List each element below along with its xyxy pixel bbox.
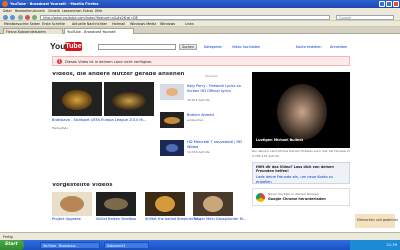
video-thumbnail[interactable] <box>96 192 136 216</box>
stop-icon[interactable] <box>25 14 30 20</box>
featured-video-title[interactable]: Skillet Balken Bradbox <box>96 217 136 222</box>
warning-icon: ! <box>57 59 62 64</box>
bookmark-item[interactable]: Meistbesuchte Seiten <box>4 22 40 26</box>
system-tray-clock: 21:39 <box>350 240 400 250</box>
taskbar-item[interactable]: Dokument1 <box>104 241 149 249</box>
minimize-button[interactable] <box>379 1 385 7</box>
firefox-icon <box>2 1 8 7</box>
status-bar: Fertig <box>0 232 400 240</box>
video-thumbnail[interactable] <box>104 82 154 116</box>
video-title[interactable]: Bratislava - Stuttgart UEFA Europa Leagu… <box>52 118 152 123</box>
tab-strip: Fiesna Kaboendelsalem YouTube - Broadcas… <box>0 27 400 34</box>
youtube-search-button[interactable]: Suchen <box>179 44 197 50</box>
maximize-button[interactable] <box>386 1 392 7</box>
video-thumbnail[interactable] <box>52 82 102 116</box>
bookmark-item[interactable]: Windows <box>160 22 175 26</box>
upload-link[interactable]: Video hochladen <box>232 45 260 49</box>
youtube-logo[interactable]: You <box>50 41 65 51</box>
bookmark-item[interactable]: Erste Schritte <box>42 22 65 26</box>
promo-banner-text: Mitmachen und gewinnen <box>357 218 399 222</box>
address-bar[interactable]: http://www.youtube.com/index?feature=n&#… <box>40 14 330 20</box>
bookmark-item[interactable]: Hotmail <box>112 22 125 26</box>
featured-video-views: 2.765.176 Aufrufe <box>252 154 280 158</box>
featured-section-title: Vorgestellte Videos <box>52 183 113 187</box>
alert-message: Dieses Video ist in deinem Land nicht ve… <box>65 60 153 64</box>
menu-file[interactable]: Datei <box>3 9 12 13</box>
start-button[interactable]: Start <box>0 240 24 250</box>
section-filter[interactable]: Überalle <box>205 74 218 78</box>
video-meta: HarleyKyle <box>52 126 68 130</box>
bookmark-item[interactable]: Windows Media <box>130 22 156 26</box>
menu-view[interactable]: Ansicht <box>33 9 45 13</box>
menu-help[interactable]: Hilfe <box>95 9 102 13</box>
login-link[interactable]: Anmelden <box>330 45 347 49</box>
signup-promo-box: Hilft dir das Video? Lass dich von deine… <box>252 162 350 184</box>
featured-video-caption: Lustigen Michael Bulleck <box>256 138 304 142</box>
featured-video-player[interactable]: Lustigen Michael Bulleck <box>252 72 350 148</box>
menu-edit[interactable]: Bearbeiten <box>15 9 33 13</box>
window-titlebar: YouTube - Broadcast Yourself. - Mozilla … <box>0 0 400 8</box>
video-meta: eintauchen <box>187 118 204 122</box>
promo-banner[interactable]: Mitmachen und gewinnen <box>355 214 399 228</box>
menu-history[interactable]: Chronik <box>48 9 60 13</box>
alert-banner: ! Dieses Video ist in deinem Land nicht … <box>52 56 350 66</box>
video-thumbnail[interactable] <box>160 140 184 156</box>
video-thumbnail[interactable] <box>145 192 185 216</box>
search-input[interactable]: Google <box>336 14 394 20</box>
video-meta: 18.675 Aufrufe <box>187 98 210 102</box>
home-icon[interactable] <box>32 14 37 20</box>
forward-icon[interactable] <box>10 14 15 20</box>
video-title[interactable]: Katy Perry - Firework Lyrics on Screen H… <box>187 84 247 98</box>
video-thumbnail[interactable] <box>160 84 184 100</box>
categories-link[interactable]: Kategorien <box>204 45 222 49</box>
chrome-promo[interactable]: Neuer YouTube in deinem Browser Google C… <box>252 188 350 206</box>
chrome-promo-link[interactable]: Google Chrome herunterladen <box>268 197 326 201</box>
video-meta: 14.316 Aufrufe <box>187 150 210 154</box>
featured-video-meta: Bei deinem Land-Modus Deinen Hobbies auc… <box>252 149 350 153</box>
menu-tools[interactable]: Extras <box>83 9 93 13</box>
video-thumbnail[interactable] <box>160 112 184 128</box>
bookmark-item[interactable]: Links <box>185 22 194 26</box>
featured-video-details: Bei deinem Land-Modus Deinen Hobbies auc… <box>252 148 350 160</box>
video-title[interactable]: HD Mercredi 7 nouveauté / HD Wideo <box>187 140 247 149</box>
featured-video-title[interactable]: Tonger Mein Gasspilunter M... <box>193 217 246 222</box>
close-button[interactable] <box>393 1 399 7</box>
section-title: Videos, die andere Nutzer gerade ansehen <box>52 72 185 76</box>
promo-title: Hilft dir das Video? Lass dich von deine… <box>256 165 334 173</box>
youtube-search-input[interactable] <box>98 44 176 50</box>
video-thumbnail[interactable] <box>193 192 233 216</box>
bookmark-item[interactable]: Aktuelle Nachrichten <box>72 22 107 26</box>
chrome-promo-title: Neuer YouTube in deinem Browser <box>268 192 320 196</box>
chrome-icon <box>256 193 265 202</box>
promo-link[interactable]: Lade deine Freunde ein, um neue Konto zu… <box>256 175 348 184</box>
create-account-link[interactable]: Konto erstellen <box>296 45 322 49</box>
taskbar-item[interactable]: YouTube - Broadcast... <box>40 241 100 249</box>
taskbar: Start YouTube - Broadcast... Dokument1 2… <box>0 240 400 250</box>
navigation-toolbar: http://www.youtube.com/index?feature=n&#… <box>0 13 400 21</box>
reload-icon[interactable] <box>18 14 23 20</box>
youtube-logo-tube[interactable]: Tube <box>65 42 82 51</box>
video-thumbnail[interactable] <box>52 192 92 216</box>
video-title[interactable]: Brahim Ahmed <box>187 113 247 118</box>
status-text: Fertig <box>3 235 13 239</box>
featured-video-title[interactable]: Project Upgrade <box>52 217 81 222</box>
menu-bookmarks[interactable]: Lesezeichen <box>62 9 82 13</box>
back-icon[interactable] <box>3 14 8 20</box>
window-title: YouTube - Broadcast Yourself. - Mozilla … <box>10 2 99 6</box>
